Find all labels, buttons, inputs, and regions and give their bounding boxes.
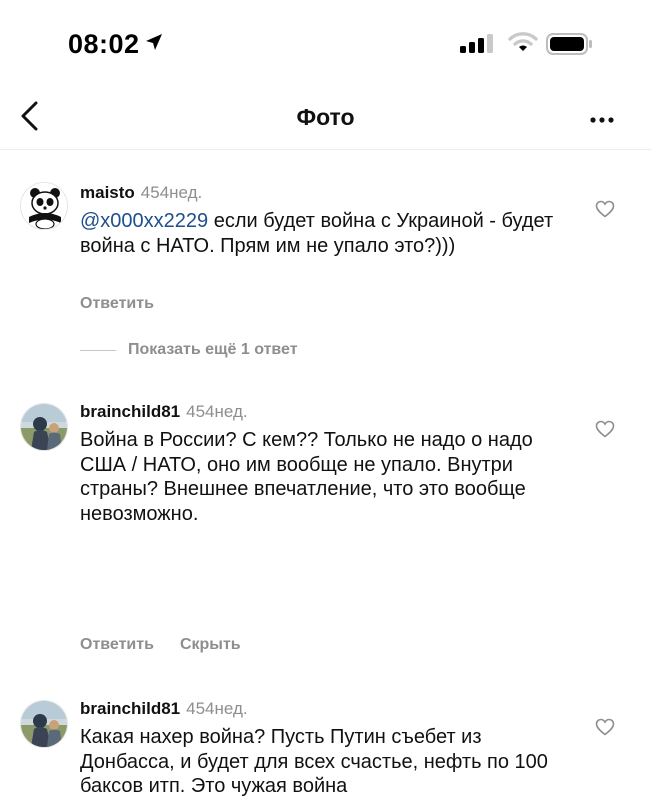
comment-actions: Ответить: [80, 295, 154, 313]
comment-time: 454нед.: [140, 183, 203, 202]
comment-actions: Ответить Скрыть: [80, 636, 241, 654]
avatar[interactable]: [20, 403, 68, 451]
comment-header: brainchild81 454нед.: [80, 402, 248, 422]
status-bar: 08:02: [0, 0, 651, 90]
reply-button[interactable]: Ответить: [80, 636, 154, 653]
comment: brainchild81 454нед. Какая нахер война? П…: [0, 697, 651, 800]
clock-text: 08:02: [68, 29, 140, 59]
wifi-icon: [508, 30, 538, 54]
comment-header: brainchild81 454нед.: [80, 699, 248, 719]
author-name[interactable]: maisto: [80, 183, 135, 202]
comment: maisto 454нед. @x000xx2229 если будет вой…: [0, 180, 651, 320]
heart-icon[interactable]: [595, 718, 615, 736]
comment-text: Война в России? С кем?? Только не надо о…: [80, 429, 533, 525]
hide-button[interactable]: Скрыть: [180, 636, 241, 653]
comment-text: @x000xx2229 если будет война с Украиной …: [80, 209, 560, 258]
author-name[interactable]: brainchild81: [80, 699, 180, 718]
show-more-label[interactable]: Показать ещё 1 ответ: [128, 341, 298, 359]
avatar[interactable]: [20, 182, 68, 230]
reply-button[interactable]: Ответить: [80, 295, 154, 312]
avatar[interactable]: [20, 700, 68, 748]
nav-bar: Фото: [0, 90, 651, 150]
page-title: Фото: [296, 104, 355, 130]
divider-line: [80, 350, 116, 351]
mention-link[interactable]: @x000xx2229: [80, 210, 208, 232]
heart-icon[interactable]: [595, 200, 615, 218]
comment-header: maisto 454нед.: [80, 183, 202, 203]
battery-icon: [546, 33, 594, 55]
heart-icon[interactable]: [595, 420, 615, 438]
more-dots-icon[interactable]: [588, 112, 618, 123]
status-time: 08:02: [68, 28, 164, 60]
author-name[interactable]: brainchild81: [80, 402, 180, 421]
signal-icon: [458, 32, 498, 54]
comment-time: 454нед.: [186, 699, 248, 718]
comment-text: Какая нахер война? Пусть Путин съебет из…: [80, 726, 548, 797]
comment-time: 454нед.: [186, 402, 248, 421]
location-arrow-icon: [144, 28, 164, 59]
comment: brainchild81 454нед. Война в России? С ке…: [0, 400, 651, 660]
